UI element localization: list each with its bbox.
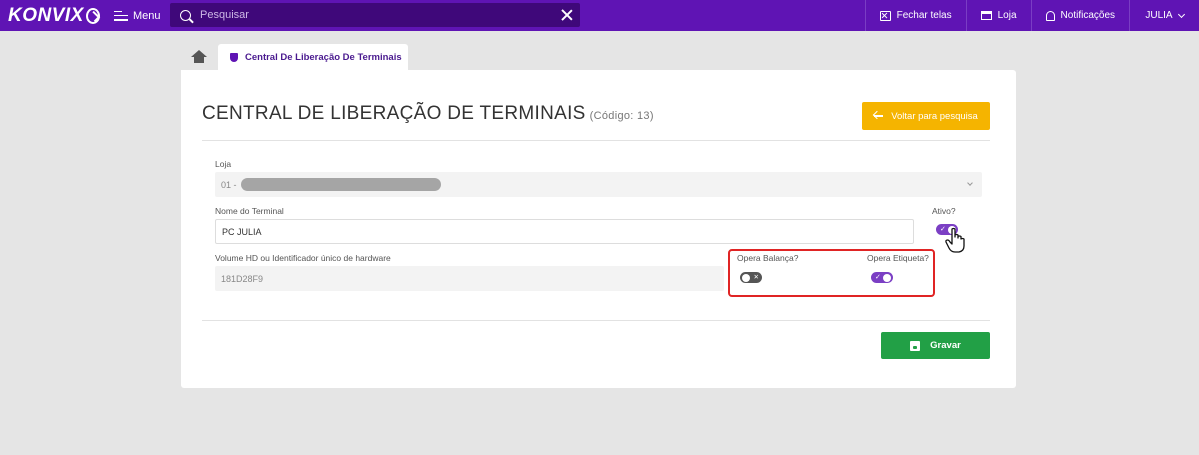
loja-label: Loja <box>215 159 232 169</box>
nome-terminal-value: PC JULIA <box>222 226 262 237</box>
highlight-box <box>728 249 935 297</box>
clear-search-icon[interactable] <box>560 8 574 22</box>
menu-button[interactable]: Menu <box>114 10 161 22</box>
top-actions: Fechar telas Loja Notificações JULIA <box>864 0 1199 31</box>
search-input[interactable] <box>200 9 560 21</box>
save-button[interactable]: Gravar <box>881 332 990 359</box>
user-menu[interactable]: JULIA <box>1129 0 1199 31</box>
back-to-search-button[interactable]: Voltar para pesquisa <box>862 102 990 130</box>
page-code: (Código: 13) <box>589 110 654 122</box>
loja-select[interactable]: 01 - <box>215 172 982 197</box>
page-title: CENTRAL DE LIBERAÇÃO DE TERMINAIS (Código… <box>202 103 654 125</box>
search-bar <box>170 3 580 27</box>
page-title-text: CENTRAL DE LIBERAÇÃO DE TERMINAIS <box>202 103 586 124</box>
nome-terminal-field[interactable]: PC JULIA <box>215 219 914 244</box>
loja-button[interactable]: Loja <box>965 0 1031 31</box>
store-icon <box>980 11 992 20</box>
volume-hd-field: 181D28F9 <box>215 266 724 291</box>
hamburger-icon <box>114 10 128 21</box>
user-name: JULIA <box>1145 10 1173 21</box>
notificacoes-label: Notificações <box>1060 10 1115 21</box>
volume-hd-value: 181D28F9 <box>221 273 264 284</box>
search-icon <box>180 9 191 21</box>
nome-terminal-label: Nome do Terminal <box>215 206 284 216</box>
chevron-down-icon <box>967 180 973 186</box>
back-button-label: Voltar para pesquisa <box>891 110 978 122</box>
menu-label: Menu <box>133 9 161 22</box>
chevron-down-icon <box>1177 10 1185 18</box>
footer-divider <box>202 320 990 321</box>
notificacoes-button[interactable]: Notificações <box>1030 0 1129 31</box>
top-navbar: KONVIX Menu Fechar telas Loja Notificaçõ… <box>0 0 1199 31</box>
volume-hd-label: Volume HD ou Identificador único de hard… <box>215 253 391 263</box>
tab-label: Central De Liberação De Terminais <box>245 51 402 63</box>
redacted-store-name <box>240 178 441 191</box>
close-windows-icon <box>879 10 891 21</box>
fechar-telas-label: Fechar telas <box>896 10 952 21</box>
floppy-disk-icon <box>910 340 921 351</box>
tab-central-liberacao[interactable]: Central De Liberação De Terminais <box>218 44 408 70</box>
home-icon <box>191 50 207 57</box>
loja-value: 01 - <box>221 179 237 190</box>
home-icon-body <box>194 57 204 63</box>
fechar-telas-button[interactable]: Fechar telas <box>864 0 966 31</box>
ativo-label: Ativo? <box>932 206 956 216</box>
shield-icon <box>230 52 238 62</box>
pointer-hand-icon <box>945 227 965 253</box>
arrow-left-icon <box>874 115 884 117</box>
konvix-logo-icon <box>85 7 100 24</box>
home-tab[interactable] <box>188 48 210 68</box>
save-button-label: Gravar <box>930 340 961 351</box>
form-card: CENTRAL DE LIBERAÇÃO DE TERMINAIS (Código… <box>181 70 1016 388</box>
brand-logo[interactable]: KONVIX <box>8 5 100 27</box>
brand-name: KONVIX <box>8 4 84 26</box>
loja-label: Loja <box>997 10 1017 21</box>
header-divider <box>202 140 990 141</box>
bell-icon <box>1045 10 1055 21</box>
